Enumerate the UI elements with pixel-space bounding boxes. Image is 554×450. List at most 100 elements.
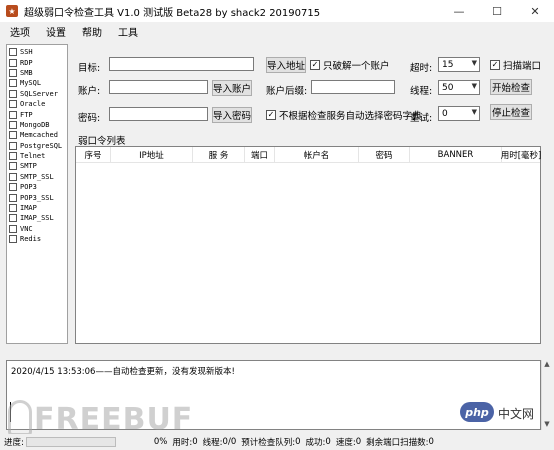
chevron-down-icon: ▼ <box>471 59 477 67</box>
protocol-item[interactable]: SSH <box>7 47 67 57</box>
checkbox-box[interactable] <box>9 235 17 244</box>
checkbox-box[interactable] <box>9 110 17 119</box>
no-auto-dict-checkbox[interactable]: 不根据检查服务自动选择密码字典 <box>266 108 422 122</box>
checkbox-box[interactable] <box>9 131 17 140</box>
account-suffix-input[interactable] <box>311 80 395 94</box>
checkbox-box[interactable] <box>9 214 17 223</box>
col-port[interactable]: 端口 <box>245 147 275 162</box>
threads-select[interactable]: 50 ▼ <box>438 80 480 95</box>
menu-tools[interactable]: 工具 <box>118 24 138 39</box>
checkbox-box[interactable] <box>9 162 17 171</box>
checkbox-box[interactable] <box>9 89 17 98</box>
progress-label: 进度: <box>4 438 24 448</box>
checkbox-box[interactable] <box>9 68 17 77</box>
import-account-button[interactable]: 导入账户 <box>212 80 252 96</box>
close-button[interactable]: ✕ <box>516 0 554 22</box>
time-value: 0 <box>192 437 198 447</box>
checkbox-box[interactable] <box>310 60 320 70</box>
protocol-item[interactable]: POP3 <box>7 182 67 192</box>
protocol-label: Oracle <box>20 100 46 109</box>
results-table[interactable]: 序号 IP地址 服 务 端口 帐户名 密码 BANNER 用时[毫秒] <box>75 146 541 344</box>
queue-label: 预计检查队列: <box>241 438 296 448</box>
checkbox-box[interactable] <box>9 204 17 213</box>
checkbox-box[interactable] <box>9 224 17 233</box>
maximize-button[interactable]: ☐ <box>478 0 516 22</box>
scan-port-checkbox[interactable]: 扫描端口 <box>490 58 541 72</box>
protocol-item[interactable]: RDP <box>7 57 67 67</box>
col-ip[interactable]: IP地址 <box>111 147 193 162</box>
stop-check-button[interactable]: 停止检查 <box>490 104 532 120</box>
col-time[interactable]: 用时[毫秒] <box>501 147 542 162</box>
col-password[interactable]: 密码 <box>359 147 410 162</box>
scroll-up-icon[interactable]: ▲ <box>542 360 552 370</box>
protocol-item[interactable]: MongoDB <box>7 120 67 130</box>
checkbox-box[interactable] <box>9 120 17 129</box>
threads-label: 线程: <box>410 86 433 97</box>
protocol-label: SSH <box>20 48 33 57</box>
protocol-label: MySQL <box>20 79 42 88</box>
scroll-down-icon[interactable]: ▼ <box>542 420 552 430</box>
protocol-item[interactable]: Memcached <box>7 130 67 140</box>
timeout-label: 超时: <box>410 63 433 74</box>
protocol-item[interactable]: Redis <box>7 234 67 244</box>
protocol-item[interactable]: PostgreSQL <box>7 141 67 151</box>
window-title: 超级弱口令检查工具 V1.0 测试版 Beta28 by shack2 2019… <box>24 7 321 19</box>
checkbox-box[interactable] <box>9 100 17 109</box>
col-banner[interactable]: BANNER <box>410 147 502 162</box>
progress-bar <box>25 437 116 447</box>
minimize-button[interactable]: — <box>440 0 478 22</box>
target-label: 目标: <box>78 63 101 74</box>
protocol-item[interactable]: SMB <box>7 68 67 78</box>
app-icon: ★ <box>6 5 18 17</box>
protocol-item[interactable]: SQLServer <box>7 89 67 99</box>
start-check-button[interactable]: 开始检查 <box>490 79 532 95</box>
success-value: 0 <box>325 437 331 447</box>
only-one-account-checkbox[interactable]: 只破解一个账户 <box>310 58 390 72</box>
protocol-label: RDP <box>20 58 33 67</box>
protocol-item[interactable]: Oracle <box>7 99 67 109</box>
progress-percent: 0% <box>153 437 168 447</box>
target-input[interactable] <box>109 57 254 71</box>
menu-help[interactable]: 帮助 <box>82 24 102 39</box>
log-scrollbar[interactable]: ▲ ▼ <box>541 360 552 430</box>
checkbox-box[interactable] <box>9 141 17 150</box>
protocol-item[interactable]: IMAP <box>7 203 67 213</box>
protocol-label: IMAP_SSL <box>20 214 54 223</box>
protocol-item[interactable]: Telnet <box>7 151 67 161</box>
checkbox-box[interactable] <box>9 152 17 161</box>
checkbox-box[interactable] <box>490 60 500 70</box>
checkbox-box[interactable] <box>9 193 17 202</box>
success-label: 成功: <box>305 438 326 448</box>
protocol-item[interactable]: POP3_SSL <box>7 192 67 202</box>
protocol-item[interactable]: SMTP_SSL <box>7 172 67 182</box>
col-service[interactable]: 服 务 <box>193 147 245 162</box>
freebuf-logo-icon <box>8 400 32 436</box>
protocol-item[interactable]: SMTP <box>7 161 67 171</box>
account-input[interactable] <box>109 80 208 94</box>
retry-value: 0 <box>442 108 448 119</box>
menu-settings[interactable]: 设置 <box>46 24 66 39</box>
checkbox-box[interactable] <box>9 183 17 192</box>
checkbox-box[interactable] <box>266 110 276 120</box>
checkbox-box[interactable] <box>9 172 17 181</box>
retry-select[interactable]: 0 ▼ <box>438 106 480 121</box>
checkbox-box[interactable] <box>9 48 17 57</box>
checkbox-box[interactable] <box>9 58 17 67</box>
account-label: 账户: <box>78 86 101 97</box>
protocol-item[interactable]: FTP <box>7 109 67 119</box>
import-password-button[interactable]: 导入密码 <box>212 107 252 123</box>
protocol-item[interactable]: IMAP_SSL <box>7 213 67 223</box>
protocol-item[interactable]: MySQL <box>7 78 67 88</box>
password-input[interactable] <box>109 107 208 121</box>
col-index[interactable]: 序号 <box>76 147 111 162</box>
menu-options[interactable]: 选项 <box>10 24 30 39</box>
import-address-button[interactable]: 导入地址 <box>266 57 306 73</box>
protocol-item[interactable]: VNC <box>7 224 67 234</box>
weak-password-list-label: 弱口令列表 <box>78 136 126 147</box>
col-account[interactable]: 帐户名 <box>275 147 359 162</box>
protocol-label: IMAP <box>20 204 37 213</box>
protocol-label: POP3_SSL <box>20 193 54 202</box>
checkbox-box[interactable] <box>9 79 17 88</box>
status-threads-value: 0/0 <box>222 437 237 447</box>
timeout-select[interactable]: 15 ▼ <box>438 57 480 72</box>
